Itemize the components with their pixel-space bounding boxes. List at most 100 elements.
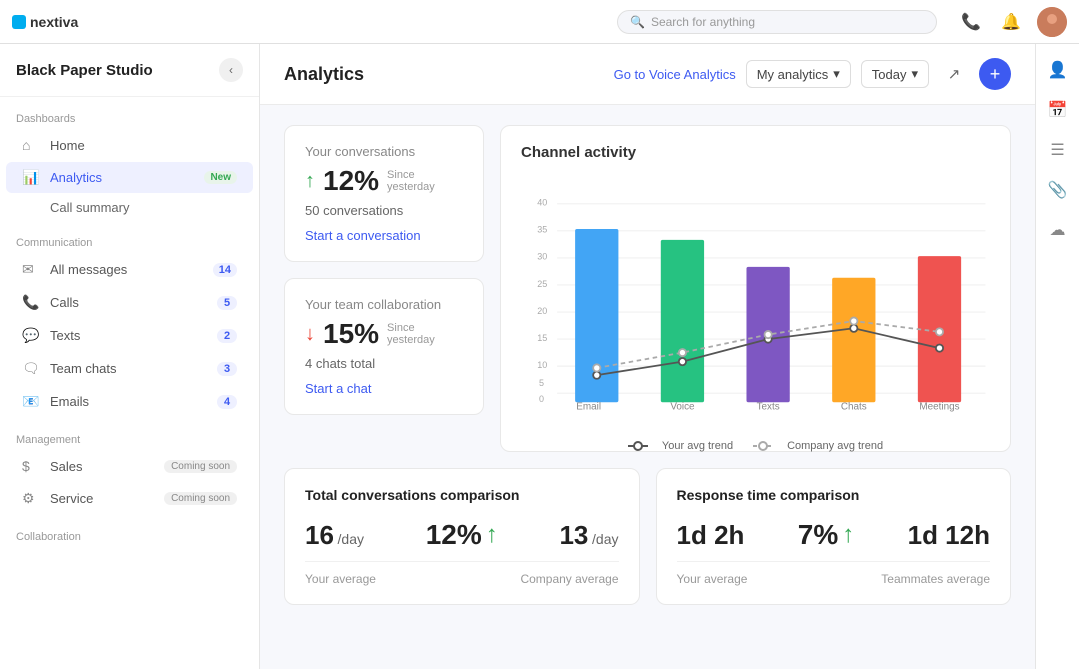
section-communication: Communication bbox=[0, 221, 259, 253]
sidebar-title: Black Paper Studio bbox=[16, 62, 153, 79]
svg-text:Chats: Chats bbox=[841, 401, 867, 412]
page-title: Analytics bbox=[284, 64, 364, 85]
search-icon: 🔍 bbox=[630, 15, 645, 29]
total-pct: 12% bbox=[426, 519, 482, 551]
bell-icon[interactable]: 🔔 bbox=[997, 8, 1025, 36]
right-icon-rail: 👤 📅 ☰ 📎 ☁ bbox=[1035, 44, 1079, 669]
main-header: Analytics Go to Voice Analytics My analy… bbox=[260, 44, 1035, 105]
legend-company-avg-label: Company avg trend bbox=[787, 440, 883, 452]
sidebar-item-home[interactable]: ⌂ Home bbox=[6, 130, 253, 160]
sidebar-calls-label: Calls bbox=[50, 295, 207, 310]
sidebar-item-call-summary[interactable]: Call summary bbox=[6, 195, 253, 220]
svg-text:20: 20 bbox=[537, 306, 547, 316]
start-conversation-link[interactable]: Start a conversation bbox=[305, 228, 421, 243]
today-label: Today bbox=[872, 67, 907, 82]
sidebar-home-label: Home bbox=[50, 138, 237, 153]
total-conversations-title: Total conversations comparison bbox=[305, 487, 619, 503]
header-controls: Go to Voice Analytics My analytics ▾ Tod… bbox=[614, 58, 1011, 90]
sidebar-texts-label: Texts bbox=[50, 328, 207, 343]
top-navigation: nextiva 🔍 Search for anything 📞 🔔 bbox=[0, 0, 1079, 44]
my-analytics-dropdown[interactable]: My analytics ▾ bbox=[746, 60, 851, 88]
channel-activity-card: Channel activity 40 35 30 25 20 15 10 5 bbox=[500, 125, 1011, 452]
response-pct-block: 7% ↑ bbox=[798, 519, 854, 551]
logo: nextiva bbox=[12, 11, 92, 33]
teammates-val: 1d 12h bbox=[908, 520, 990, 550]
response-your-avg-val: 1d 2h bbox=[677, 520, 745, 550]
conversations-up-arrow: ↑ bbox=[305, 170, 315, 193]
sidebar-item-service[interactable]: ⚙ Service Coming soon bbox=[6, 483, 253, 514]
voice-analytics-link[interactable]: Go to Voice Analytics bbox=[614, 67, 736, 82]
sidebar-service-label: Service bbox=[50, 491, 150, 506]
sidebar-item-analytics[interactable]: 📊 Analytics New bbox=[6, 162, 253, 193]
company-avg-val: 13 bbox=[559, 520, 588, 550]
messages-icon: ✉ bbox=[22, 261, 40, 278]
sidebar-item-all-messages[interactable]: ✉ All messages 14 bbox=[6, 254, 253, 285]
svg-text:10: 10 bbox=[537, 360, 547, 370]
start-chat-link[interactable]: Start a chat bbox=[305, 381, 371, 396]
home-icon: ⌂ bbox=[22, 137, 40, 153]
my-analytics-label: My analytics bbox=[757, 67, 829, 82]
analytics-icon: 📊 bbox=[22, 169, 40, 186]
texts-icon: 💬 bbox=[22, 327, 40, 344]
response-time-card: Response time comparison 1d 2h 7% ↑ 1d 1… bbox=[656, 468, 1012, 605]
svg-text:Voice: Voice bbox=[670, 401, 695, 412]
sidebar-collapse-button[interactable]: ‹ bbox=[219, 58, 243, 82]
section-dashboards: Dashboards bbox=[0, 97, 259, 129]
search-box[interactable]: 🔍 Search for anything bbox=[617, 10, 937, 34]
rail-clip-icon[interactable]: 📎 bbox=[1040, 172, 1076, 208]
all-messages-badge: 14 bbox=[213, 263, 237, 277]
team-chats-icon: 🗨 bbox=[22, 360, 40, 377]
your-avg-label: Your average bbox=[305, 572, 376, 586]
team-chats-badge: 3 bbox=[217, 362, 237, 376]
rail-calendar-icon[interactable]: 📅 bbox=[1040, 92, 1076, 128]
rail-cloud-icon[interactable]: ☁ bbox=[1040, 212, 1076, 248]
service-icon: ⚙ bbox=[22, 490, 40, 507]
chevron-down-icon: ▾ bbox=[833, 66, 840, 82]
sidebar-emails-label: Emails bbox=[50, 394, 207, 409]
sidebar-item-emails[interactable]: 📧 Emails 4 bbox=[6, 386, 253, 417]
analytics-new-badge: New bbox=[204, 171, 237, 184]
svg-text:30: 30 bbox=[537, 252, 547, 262]
teammates-block: 1d 12h bbox=[908, 520, 990, 551]
conversations-card: Your conversations ↑ 12% Since yesterday… bbox=[284, 125, 484, 262]
svg-text:5: 5 bbox=[539, 378, 544, 388]
sidebar-item-team-chats[interactable]: 🗨 Team chats 3 bbox=[6, 353, 253, 384]
today-dropdown[interactable]: Today ▾ bbox=[861, 60, 929, 88]
svg-text:Texts: Texts bbox=[757, 401, 780, 412]
section-collaboration: Collaboration bbox=[0, 515, 259, 547]
texts-badge: 2 bbox=[217, 329, 237, 343]
rail-person-icon[interactable]: 👤 bbox=[1040, 52, 1076, 88]
sales-icon: $ bbox=[22, 458, 40, 474]
svg-text:40: 40 bbox=[537, 198, 547, 208]
legend-company-avg: Company avg trend bbox=[753, 440, 883, 452]
sidebar: Black Paper Studio ‹ Dashboards ⌂ Home 📊… bbox=[0, 44, 260, 669]
service-coming-soon-badge: Coming soon bbox=[164, 492, 237, 505]
sidebar-item-texts[interactable]: 💬 Texts 2 bbox=[6, 320, 253, 351]
sidebar-item-calls[interactable]: 📞 Calls 5 bbox=[6, 287, 253, 318]
response-time-title: Response time comparison bbox=[677, 487, 991, 503]
sidebar-all-messages-label: All messages bbox=[50, 262, 203, 277]
channel-chart-area: 40 35 30 25 20 15 10 5 0 bbox=[521, 173, 990, 433]
response-your-avg-label: Your average bbox=[677, 572, 748, 586]
collaboration-card: Your team collaboration ↓ 15% Since yest… bbox=[284, 278, 484, 415]
collaboration-down-arrow: ↓ bbox=[305, 323, 315, 346]
call-summary-label: Call summary bbox=[50, 200, 129, 215]
sidebar-item-sales[interactable]: $ Sales Coming soon bbox=[6, 451, 253, 481]
collaboration-sub: 4 chats total bbox=[305, 356, 463, 371]
share-button[interactable]: ↗ bbox=[939, 59, 969, 89]
avatar[interactable] bbox=[1037, 7, 1067, 37]
pct-block: 12% ↑ bbox=[426, 519, 498, 551]
emails-badge: 4 bbox=[217, 395, 237, 409]
main-content: Analytics Go to Voice Analytics My analy… bbox=[260, 44, 1035, 669]
svg-text:Meetings: Meetings bbox=[919, 401, 959, 412]
your-avg-unit: /day bbox=[338, 531, 364, 547]
company-avg-label: Company average bbox=[520, 572, 618, 586]
response-up-arrow: ↑ bbox=[842, 521, 854, 549]
sidebar-analytics-label: Analytics bbox=[50, 170, 190, 185]
legend-your-avg: Your avg trend bbox=[628, 440, 733, 452]
rail-list-icon[interactable]: ☰ bbox=[1040, 132, 1076, 168]
add-button[interactable]: + bbox=[979, 58, 1011, 90]
phone-icon[interactable]: 📞 bbox=[957, 8, 985, 36]
sidebar-header: Black Paper Studio ‹ bbox=[0, 44, 259, 97]
response-your-avg-block: 1d 2h bbox=[677, 520, 745, 551]
